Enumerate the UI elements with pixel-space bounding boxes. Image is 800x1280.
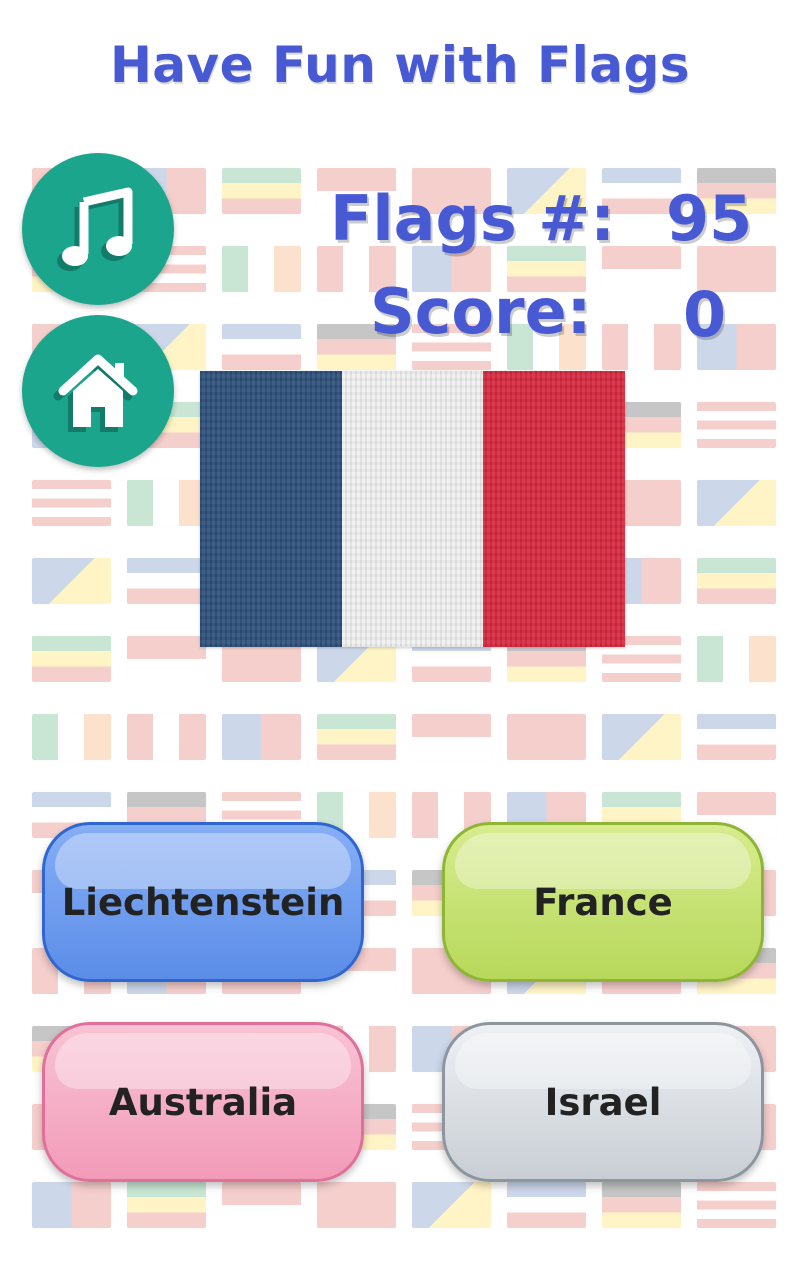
background-flag-tile [222, 714, 301, 760]
answer-label-2: France [533, 880, 673, 924]
answer-button-2[interactable]: France [442, 822, 764, 982]
answer-label-3: Australia [108, 1080, 298, 1124]
background-flag-tile [222, 168, 301, 214]
answer-button-3[interactable]: Australia [42, 1022, 364, 1182]
quiz-flag-image [200, 371, 625, 647]
background-flag-tile [127, 1182, 206, 1228]
background-flag-tile [697, 480, 776, 526]
background-flag-tile [697, 1182, 776, 1228]
background-flag-tile [602, 1182, 681, 1228]
background-flag-tile [412, 714, 491, 760]
background-flag-tile [602, 714, 681, 760]
flags-count-value: 95 [666, 182, 753, 255]
background-flag-tile [222, 1182, 301, 1228]
background-flag-tile [697, 636, 776, 682]
music-note-icon [62, 187, 133, 266]
background-flag-tile [697, 714, 776, 760]
answer-button-1[interactable]: Liechtenstein [42, 822, 364, 982]
background-flag-tile [222, 324, 301, 370]
background-flag-tile [412, 1182, 491, 1228]
answer-label-1: Liechtenstein [61, 880, 345, 924]
background-flag-tile [602, 324, 681, 370]
background-flag-tile [507, 714, 586, 760]
answer-label-4: Israel [544, 1080, 662, 1124]
app-title: Have Fun with Flags [109, 36, 691, 94]
flags-count-label: Flags #: [330, 182, 616, 255]
background-flag-tile [127, 714, 206, 760]
score-label: Score: [370, 275, 592, 348]
background-flag-tile [222, 246, 301, 292]
home-button[interactable] [22, 315, 174, 467]
background-flag-tile [32, 1182, 111, 1228]
background-flag-tile [507, 1182, 586, 1228]
home-icon [58, 354, 138, 427]
background-flag-tile [32, 480, 111, 526]
background-flag-tile [317, 1182, 396, 1228]
score-value: 0 [683, 278, 727, 351]
background-flag-tile [32, 558, 111, 604]
background-flag-tile [127, 636, 206, 682]
background-flag-tile [127, 558, 206, 604]
background-flag-tile [127, 480, 206, 526]
background-flag-tile [32, 714, 111, 760]
music-toggle-button[interactable] [22, 153, 174, 305]
answer-button-4[interactable]: Israel [442, 1022, 764, 1182]
background-flag-tile [317, 714, 396, 760]
background-flag-tile [32, 636, 111, 682]
background-flag-tile [697, 558, 776, 604]
background-flag-tile [697, 402, 776, 448]
